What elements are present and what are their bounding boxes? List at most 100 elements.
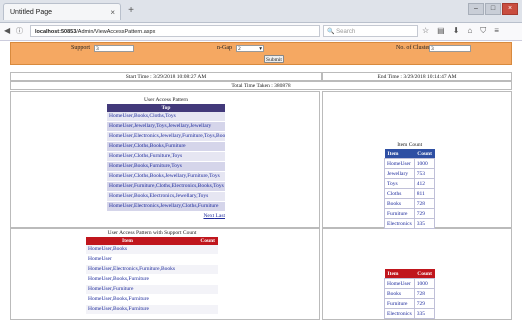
window-controls: – □ × bbox=[468, 3, 518, 15]
item-cell: Cloths bbox=[384, 188, 415, 199]
reading-list-icon[interactable]: ▤ bbox=[437, 26, 445, 36]
table-row[interactable]: HomeUser,Electronics,Jewellary,Cloths,Fu… bbox=[107, 202, 225, 212]
chevron-down-icon: ▾ bbox=[259, 46, 262, 52]
item-cell: HomeUser bbox=[384, 158, 415, 169]
item-cell: Furniture bbox=[384, 298, 415, 309]
table-row[interactable]: HomeUser,Books,Electronics,Jewellary,Toy… bbox=[107, 192, 225, 202]
clusters-label: No. of Cluster bbox=[396, 45, 431, 51]
table-row: Furniture 729 bbox=[384, 208, 436, 219]
url-host: localhost:50853 bbox=[35, 29, 77, 35]
count-cell: 753 bbox=[413, 168, 436, 179]
table-row[interactable]: HomeUser,Furniture,Cloths,Electronics,Bo… bbox=[107, 182, 225, 192]
item-cell: Toys bbox=[384, 178, 415, 189]
new-tab-icon[interactable]: + bbox=[124, 4, 138, 18]
access-pattern-title: User Access Pattern bbox=[144, 97, 188, 103]
count-cell: 729 bbox=[413, 298, 436, 309]
count-cell: 728 bbox=[413, 198, 436, 209]
total-time: Total Time Taken : 380878 bbox=[10, 81, 512, 90]
col-item-header: Item bbox=[384, 149, 415, 159]
table-row[interactable]: HomeUser,Books,Furniture bbox=[86, 295, 218, 305]
item-count-table: Item Count Item Count HomeUser 1000 Jewell… bbox=[384, 141, 436, 229]
item-count-title: Item Count bbox=[397, 142, 423, 148]
table-row: Cloths 811 bbox=[384, 188, 436, 199]
table-row: Electronics 335 bbox=[384, 308, 436, 319]
browser-tab-bar: Untitled Page × + – □ × bbox=[0, 0, 522, 23]
item-cell: Books bbox=[384, 288, 415, 299]
toolbar-icons: ☆ ▤ ⬇ ⌂ ⛉ ≡ bbox=[422, 26, 499, 36]
ngap-value: 2 bbox=[238, 46, 241, 52]
col-item-header: Item bbox=[122, 238, 133, 244]
maximize-icon[interactable]: □ bbox=[485, 3, 501, 15]
table-row: Furniture 729 bbox=[384, 298, 436, 309]
count-cell: 412 bbox=[413, 178, 436, 189]
table-row[interactable]: HomeUser,Books,Furniture bbox=[86, 305, 218, 315]
minimize-icon[interactable]: – bbox=[468, 3, 484, 15]
table-row[interactable]: HomeUser,Electronics,Jewellary,Furniture… bbox=[107, 132, 225, 142]
pager-last-link[interactable]: Last bbox=[216, 213, 225, 219]
count-cell: 335 bbox=[413, 308, 436, 319]
table-row: Books 728 bbox=[384, 198, 436, 209]
home-icon[interactable]: ⌂ bbox=[467, 26, 472, 36]
address-toolbar: ◀ ⓘ localhost:50853/Admin/ViewAccessPatt… bbox=[0, 23, 522, 41]
count-cell: 335 bbox=[413, 218, 436, 229]
item-cell: HomeUser bbox=[384, 278, 415, 289]
table-row[interactable]: HomeUser,Books,Furniture bbox=[86, 275, 218, 285]
table-row[interactable]: HomeUser bbox=[86, 255, 218, 265]
end-time: End Time : 3/29/2018 10:14:47 AM bbox=[322, 72, 512, 81]
back-icon[interactable]: ◀ bbox=[4, 26, 10, 35]
support-label: Support bbox=[71, 45, 91, 51]
item-count-table-2: Item Count HomeUser 1000 Books 728 Furnitur… bbox=[384, 269, 436, 319]
url-bar[interactable]: localhost:50853/Admin/ViewAccessPattern.… bbox=[30, 25, 320, 37]
submit-button[interactable]: Submit bbox=[264, 55, 284, 63]
table-row[interactable]: HomeUser,Cloths,Furniture,Toys bbox=[107, 152, 225, 162]
col-item-header: Item bbox=[384, 269, 415, 279]
col-count-header: Count bbox=[414, 269, 435, 279]
item-cell: Books bbox=[384, 198, 415, 209]
count-cell: 1000 bbox=[413, 278, 436, 289]
star-icon[interactable]: ☆ bbox=[422, 26, 429, 36]
start-time: Start Time : 3/29/2018 10:08:27 AM bbox=[10, 72, 322, 81]
item-cell: Jewellary bbox=[384, 168, 415, 179]
table-row[interactable]: HomeUser,Cloths,Books,Jewellary,Furnitur… bbox=[107, 172, 225, 182]
table-row[interactable]: HomeUser,Electronics,Furniture,Books bbox=[86, 265, 218, 275]
tab-close-icon[interactable]: × bbox=[110, 4, 115, 21]
parameter-bar: Support 3 n-Gap 2 ▾ No. of Cluster 3 Subm… bbox=[10, 42, 512, 65]
count-cell: 728 bbox=[413, 288, 436, 299]
table-row[interactable]: HomeUser,Books,Cloths,Toys bbox=[107, 112, 225, 122]
table-row: HomeUser 1000 bbox=[384, 158, 436, 169]
url-path: /Admin/ViewAccessPattern.aspx bbox=[76, 29, 156, 35]
search-placeholder: Search bbox=[336, 29, 356, 35]
ngap-select[interactable]: 2 ▾ bbox=[236, 45, 264, 52]
item-cell: Furniture bbox=[384, 208, 415, 219]
menu-icon[interactable]: ≡ bbox=[494, 26, 499, 36]
table-row[interactable]: HomeUser,Jewellary,Toys,Jewellary,Jewell… bbox=[107, 122, 225, 132]
table-row[interactable]: HomeUser,Furniture bbox=[86, 285, 218, 295]
item-cell: Electronics bbox=[384, 308, 415, 319]
col-count-header: Count bbox=[414, 149, 435, 159]
table-row: HomeUser 1000 bbox=[384, 278, 436, 289]
pager: Next Last bbox=[107, 212, 225, 220]
access-pattern-header: Top bbox=[107, 104, 225, 112]
pager-next-link[interactable]: Next bbox=[203, 213, 214, 219]
download-icon[interactable]: ⬇ bbox=[453, 26, 460, 36]
info-icon: ⓘ bbox=[16, 28, 23, 35]
support-pattern-table: User Access Pattern with Support Count I… bbox=[86, 230, 218, 315]
count-cell: 1000 bbox=[413, 158, 436, 169]
tab-title: Untitled Page bbox=[10, 9, 53, 16]
table-row: Electronics 335 bbox=[384, 218, 436, 229]
table-row[interactable]: HomeUser,Books bbox=[86, 245, 218, 255]
access-pattern-table: User Access Pattern Top HomeUser,Books,C… bbox=[107, 97, 225, 220]
support-pattern-title: User Access Pattern with Support Count bbox=[107, 230, 197, 236]
count-cell: 811 bbox=[413, 188, 436, 199]
clusters-input[interactable]: 3 bbox=[429, 45, 471, 52]
table-row: Toys 412 bbox=[384, 178, 436, 189]
search-bar[interactable]: 🔍 Search bbox=[323, 25, 418, 37]
col-count-header: Count bbox=[200, 238, 215, 244]
table-row[interactable]: HomeUser,Cloths,Books,Furniture bbox=[107, 142, 225, 152]
support-input[interactable]: 3 bbox=[94, 45, 134, 52]
browser-tab[interactable]: Untitled Page × bbox=[3, 3, 121, 20]
pocket-icon[interactable]: ⛉ bbox=[480, 26, 486, 36]
table-row[interactable]: HomeUser,Books,Furniture,Toys bbox=[107, 162, 225, 172]
count-cell: 729 bbox=[413, 208, 436, 219]
close-window-icon[interactable]: × bbox=[502, 3, 518, 15]
